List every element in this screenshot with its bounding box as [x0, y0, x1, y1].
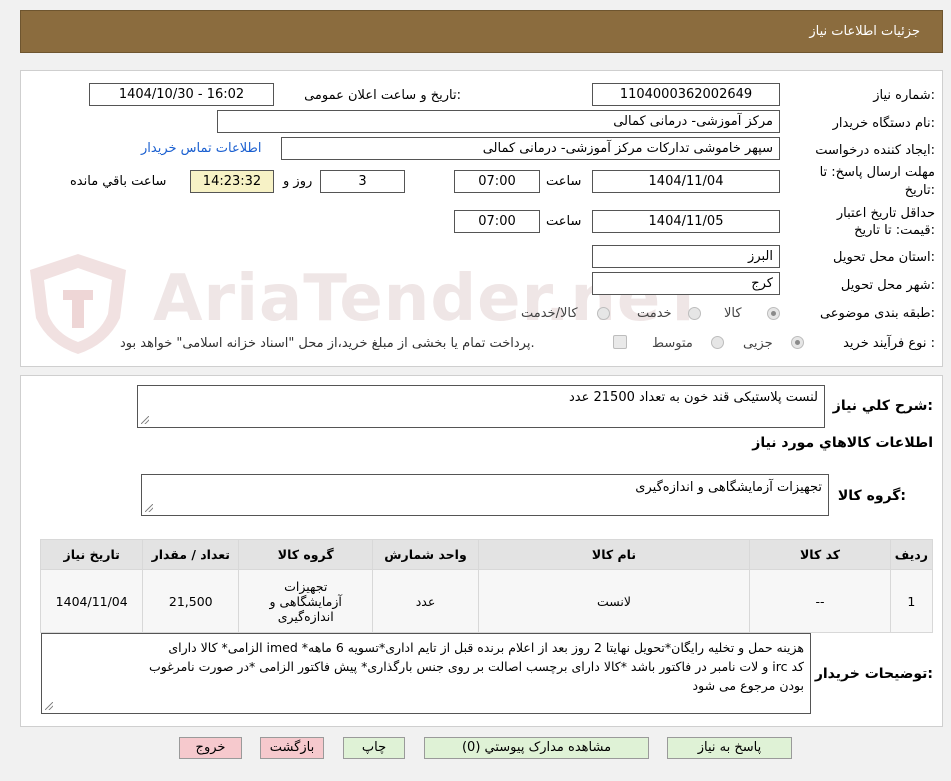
group-label: گروه کالا:: [837, 488, 906, 504]
exit-button[interactable]: خروج: [179, 737, 242, 759]
process-radio-medium[interactable]: [711, 336, 724, 349]
notes-field: هزینه حمل و تخلیه رایگان*تحویل نهایتا 2 …: [41, 633, 811, 714]
print-button[interactable]: چاپ: [343, 737, 405, 759]
summary-label: شرح کلي نياز:: [832, 398, 933, 414]
cell-code: --: [749, 569, 891, 633]
cell-group: تجهیزات آزمایشگاهی و اندازه‌گیری: [238, 569, 374, 633]
cell-date: 1404/11/04: [39, 569, 144, 633]
process-option-medium: متوسط: [652, 336, 693, 351]
deadline-label-line2: تاریخ:: [904, 183, 935, 198]
notes-line-3: بودن مرجوع می شود: [692, 678, 804, 693]
table-header-row: رديف کد کالا نام کالا واحد شمارش گروه کا…: [39, 539, 934, 570]
table-row: 1 -- لانست عدد تجهیزات آزمایشگاهی و اندا…: [39, 569, 934, 633]
province-label: استان محل تحویل:: [833, 250, 935, 265]
category-option-service: خدمت: [637, 306, 672, 321]
group-field: تجهیزات آزمایشگاهی و اندازه‌گیری: [141, 474, 829, 516]
col-header-group: گروه کالا: [238, 539, 374, 570]
creator-label: ایجاد کننده درخواست:: [815, 143, 935, 158]
group-text: تجهیزات آزمایشگاهی و اندازه‌گیری: [635, 480, 822, 495]
col-header-qty: تعداد / مقدار: [142, 539, 240, 570]
need-number-label: شماره نیاز:: [873, 88, 935, 103]
page-header: جزئیات اطلاعات نیاز: [20, 10, 943, 53]
treasury-payment-checkbox[interactable]: [613, 335, 627, 349]
items-table: رديف کد کالا نام کالا واحد شمارش گروه کا…: [39, 539, 934, 633]
creator-field: سپهر خاموشی تدارکات مرکز آموزشی- درمانی …: [281, 137, 780, 160]
col-header-code: کد کالا: [749, 539, 891, 570]
days-label: روز و: [283, 174, 313, 189]
col-header-date: تاریخ نیاز: [39, 539, 144, 570]
deadline-time-field: 07:00: [454, 170, 540, 193]
category-label: طبقه بندی موضوعی:: [819, 306, 935, 321]
cell-qty: 21,500: [142, 569, 240, 633]
treasury-payment-note: پرداخت تمام یا بخشی از مبلغ خرید،از محل …: [120, 336, 535, 351]
notes-resize-handle[interactable]: [45, 702, 53, 710]
category-radio-goods-service[interactable]: [597, 307, 610, 320]
days-field: 3: [320, 170, 405, 193]
category-option-goods-service: کالا/خدمت: [521, 306, 578, 321]
buyer-org-label: نام دستگاه خریدار:: [832, 116, 935, 131]
province-field: البرز: [592, 245, 780, 268]
process-option-minor: جزیی: [743, 336, 773, 351]
cell-name: لانست: [477, 569, 751, 633]
col-header-index: رديف: [889, 539, 934, 570]
back-button[interactable]: بازگشت: [260, 737, 324, 759]
announce-field: 1404/10/30 - 16:02: [89, 83, 274, 106]
notes-label: توضیحات خریدار:: [814, 666, 933, 682]
summary-text: لنست پلاستیکی قند خون به تعداد 21500 عدد: [568, 390, 818, 405]
cell-group-line2: آزمایشگاهی و: [269, 593, 342, 609]
goods-info-title: اطلاعات کالاهاي مورد نياز: [752, 435, 933, 451]
group-resize-handle[interactable]: [145, 504, 153, 512]
summary-resize-handle[interactable]: [141, 416, 149, 424]
city-field: کرج: [592, 272, 780, 295]
buyer-org-field: مرکز آموزشی- درمانی کمالی: [217, 110, 780, 133]
validity-time-label: ساعت: [546, 214, 582, 229]
col-header-unit: واحد شمارش: [372, 539, 479, 570]
validity-date-field: 1404/11/05: [592, 210, 780, 233]
col-header-name: نام کالا: [477, 539, 751, 570]
remaining-time-field: 14:23:32: [190, 170, 274, 193]
city-label: شهر محل تحویل:: [840, 278, 935, 293]
notes-line-1: هزینه حمل و تخلیه رایگان*تحویل نهایتا 2 …: [168, 640, 804, 655]
category-radio-goods[interactable]: [767, 307, 780, 320]
process-radio-minor[interactable]: [791, 336, 804, 349]
validity-time-field: 07:00: [454, 210, 540, 233]
deadline-date-field: 1404/11/04: [592, 170, 780, 193]
need-number-field: 1104000362002649: [592, 83, 780, 106]
category-radio-service[interactable]: [688, 307, 701, 320]
validity-label-line2: قیمت: تا تاریخ:: [854, 223, 935, 238]
cell-group-line1: تجهیزات: [284, 578, 328, 594]
cell-unit: عدد: [372, 569, 479, 633]
deadline-time-label: ساعت: [546, 174, 582, 189]
contact-buyer-link[interactable]: اطلاعات تماس خریدار: [141, 141, 261, 156]
summary-field: لنست پلاستیکی قند خون به تعداد 21500 عدد: [137, 385, 825, 428]
remaining-label: ساعت باقي مانده: [70, 174, 167, 189]
validity-label-line1: حداقل تاریخ اعتبار: [836, 206, 935, 221]
cell-group-line3: اندازه‌گیری: [277, 608, 334, 624]
page-title: جزئیات اطلاعات نیاز: [809, 24, 920, 39]
deadline-label-line1: مهلت ارسال پاسخ: تا: [819, 165, 935, 180]
process-label: نوع فرآیند خرید :: [843, 336, 935, 351]
announce-label: تاریخ و ساعت اعلان عمومی:: [304, 88, 461, 103]
view-attachments-button[interactable]: مشاهده مدارک پیوستي (0): [424, 737, 649, 759]
cell-index: 1: [889, 569, 934, 633]
notes-line-2: کد irc و لات نامبر در فاکتور باشد *کالا …: [148, 659, 804, 674]
category-option-goods: کالا: [724, 306, 742, 321]
reply-button[interactable]: پاسخ به نیاز: [667, 737, 792, 759]
